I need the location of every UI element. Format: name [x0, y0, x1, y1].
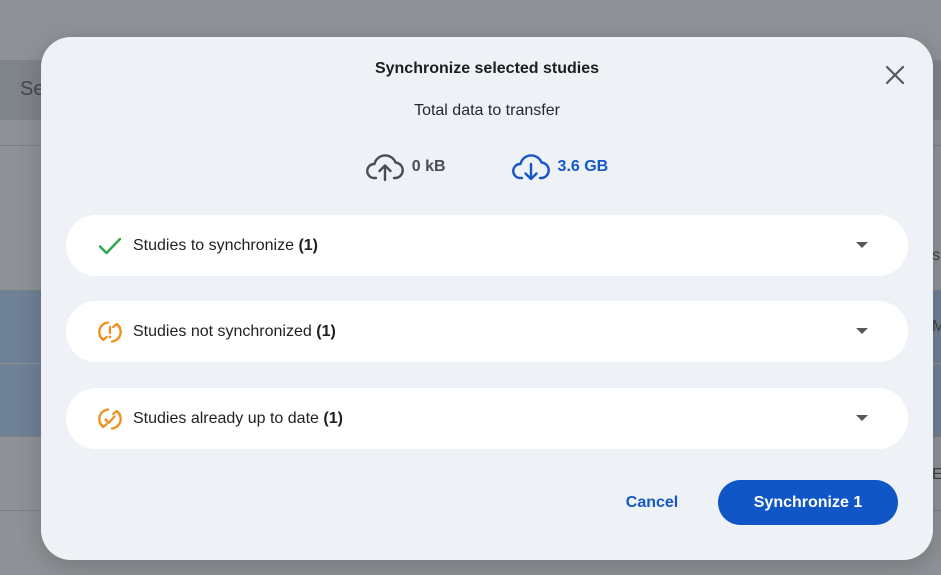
- upload-amount: 0 kB: [365, 152, 446, 182]
- download-amount-text: 3.6 GB: [557, 158, 609, 175]
- section-label: Studies already up to date (1): [133, 409, 343, 427]
- section-studies-up-to-date[interactable]: Studies already up to date (1): [66, 388, 908, 449]
- synchronize-button[interactable]: Synchronize 1: [718, 480, 898, 525]
- section-label: Studies to synchronize (1): [133, 236, 318, 254]
- close-icon: [885, 65, 905, 85]
- transfer-subtitle: Total data to transfer: [414, 102, 560, 119]
- section-label: Studies not synchronized (1): [133, 322, 336, 340]
- background-cell-text: M: [932, 318, 941, 335]
- transfer-summary: 0 kB 3.6 GB: [41, 152, 933, 182]
- section-count: (1): [316, 322, 336, 340]
- synchronize-dialog: Synchronize selected studies Total data …: [41, 37, 933, 560]
- chevron-down-icon[interactable]: [856, 415, 868, 421]
- dialog-title: Synchronize selected studies: [374, 60, 600, 77]
- section-studies-to-synchronize[interactable]: Studies to synchronize (1): [66, 215, 908, 276]
- download-amount: 3.6 GB: [511, 152, 609, 182]
- sync-check-icon: [97, 406, 123, 432]
- section-count: (1): [323, 409, 343, 427]
- cloud-upload-icon: [365, 154, 404, 182]
- section-count: (1): [298, 236, 318, 254]
- close-button[interactable]: [883, 63, 907, 87]
- upload-amount-text: 0 kB: [411, 158, 446, 175]
- chevron-down-icon[interactable]: [856, 242, 868, 248]
- background-cell-text: s: [932, 247, 940, 264]
- chevron-down-icon[interactable]: [856, 328, 868, 334]
- section-studies-not-synchronized[interactable]: Studies not synchronized (1): [66, 301, 908, 362]
- sync-alert-icon: [97, 319, 123, 345]
- background-cell-text: E: [932, 466, 941, 483]
- cancel-button[interactable]: Cancel: [607, 481, 697, 525]
- check-icon: [97, 233, 123, 259]
- cloud-download-icon: [511, 154, 550, 181]
